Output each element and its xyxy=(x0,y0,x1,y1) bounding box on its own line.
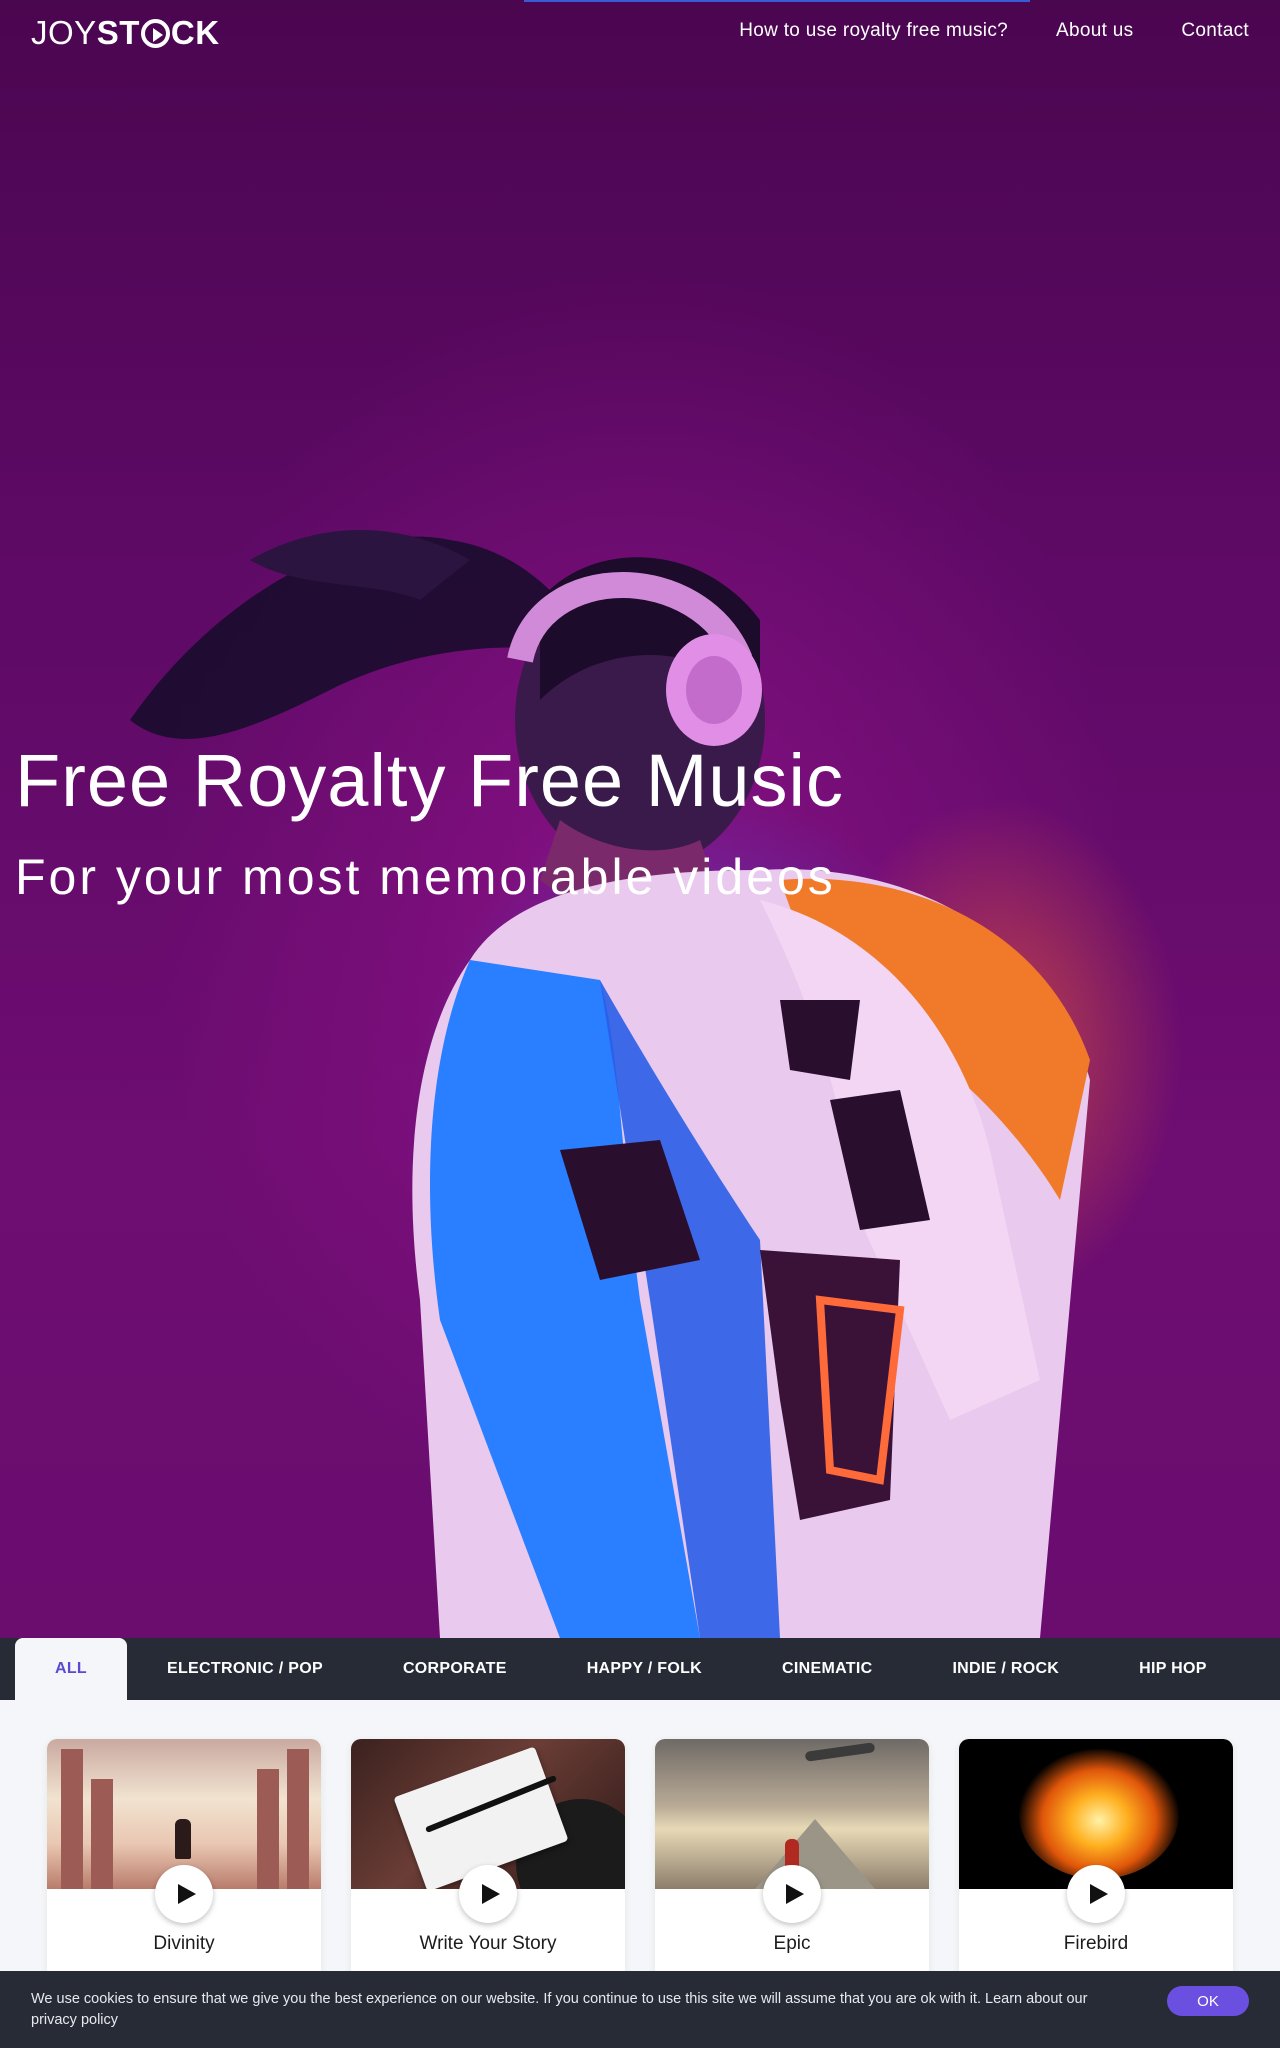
tab-cinematic[interactable]: CINEMATIC xyxy=(742,1638,912,1700)
main-nav: How to use royalty free music? About us … xyxy=(739,20,1249,42)
nav-link-contact[interactable]: Contact xyxy=(1181,20,1249,42)
track-title[interactable]: Epic xyxy=(655,1933,929,1955)
top-navbar: JOY ST CK How to use royalty free music?… xyxy=(0,0,1280,66)
track-title[interactable]: Firebird xyxy=(959,1933,1233,1955)
genre-tabs: ALL ELECTRONIC / POP CORPORATE HAPPY / F… xyxy=(0,1638,1280,1700)
logo-text-light: JOY xyxy=(31,14,97,51)
play-button[interactable] xyxy=(155,1865,213,1923)
joystock-logo[interactable]: JOY ST CK xyxy=(31,14,220,51)
play-button[interactable] xyxy=(459,1865,517,1923)
tab-electronic-pop[interactable]: ELECTRONIC / POP xyxy=(127,1638,363,1700)
play-icon xyxy=(1089,1884,1108,1904)
play-icon xyxy=(177,1884,196,1904)
nav-link-about-us[interactable]: About us xyxy=(1056,20,1133,42)
nav-link-how-to-use[interactable]: How to use royalty free music? xyxy=(739,20,1008,42)
hero-subtitle: For your most memorable videos xyxy=(15,849,836,905)
logo-text-bold-end: CK xyxy=(170,14,220,51)
track-card-write-your-story[interactable]: Write Your Story xyxy=(351,1739,625,1999)
cookie-banner: We use cookies to ensure that we give yo… xyxy=(0,1971,1280,2048)
track-title[interactable]: Write Your Story xyxy=(351,1933,625,1955)
tab-hip-hop[interactable]: HIP HOP xyxy=(1099,1638,1247,1700)
logo-play-icon xyxy=(140,18,170,48)
tab-happy-folk[interactable]: HAPPY / FOLK xyxy=(547,1638,742,1700)
play-icon xyxy=(785,1884,804,1904)
logo-text-bold: ST xyxy=(96,14,140,51)
play-button[interactable] xyxy=(1067,1865,1125,1923)
hero-section: JOY ST CK How to use royalty free music?… xyxy=(0,0,1280,1638)
cookie-message: We use cookies to ensure that we give yo… xyxy=(31,1991,1088,2028)
cookie-ok-button[interactable]: OK xyxy=(1167,1986,1249,2016)
tab-corporate[interactable]: CORPORATE xyxy=(363,1638,547,1700)
play-button[interactable] xyxy=(763,1865,821,1923)
hero-title: Free Royalty Free Music xyxy=(15,739,844,822)
track-card-firebird[interactable]: Firebird xyxy=(959,1739,1233,1999)
play-icon xyxy=(481,1884,500,1904)
tab-indie-rock[interactable]: INDIE / ROCK xyxy=(912,1638,1099,1700)
track-card-epic[interactable]: Epic xyxy=(655,1739,929,1999)
track-card-divinity[interactable]: Divinity xyxy=(47,1739,321,1999)
tab-all[interactable]: ALL xyxy=(15,1638,128,1700)
track-title[interactable]: Divinity xyxy=(47,1933,321,1955)
